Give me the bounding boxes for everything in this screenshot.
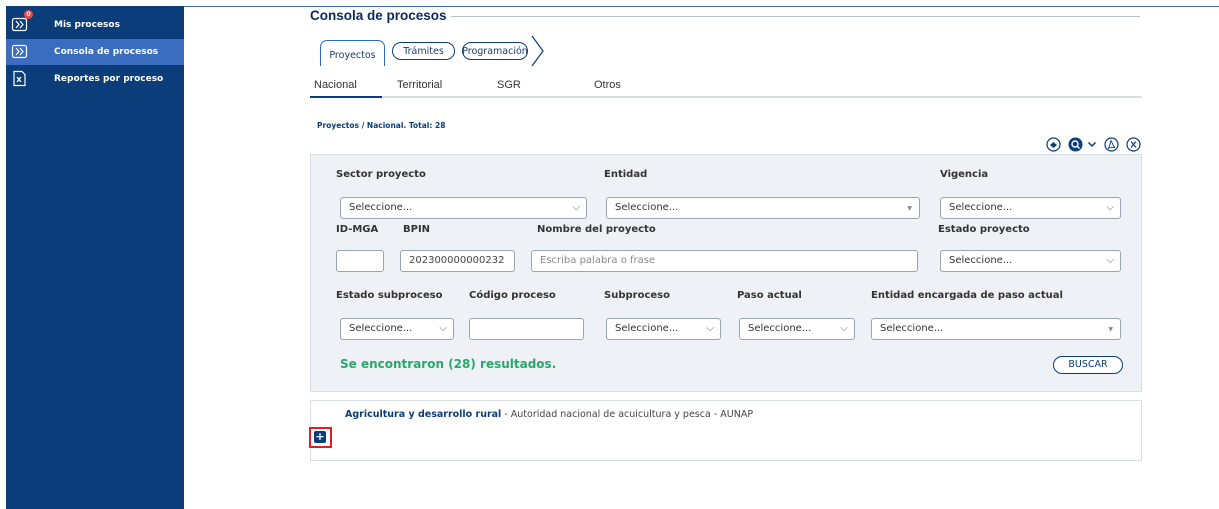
sidebar-item-mis-procesos[interactable]: 0 Mis procesos: [6, 10, 184, 38]
column-chooser-icon[interactable]: [1046, 137, 1061, 152]
subproceso-label: Subproceso: [604, 290, 670, 301]
estado-proyecto-select[interactable]: Seleccione... ⌵: [940, 250, 1121, 272]
caret-down-icon: ▼: [907, 205, 912, 212]
header-divider: [184, 6, 1219, 7]
caret-down-icon: ▼: [1108, 326, 1113, 333]
bpin-label: BPIN: [403, 224, 431, 235]
chevron-down-icon: ⌵: [572, 202, 580, 213]
project-name-input[interactable]: Escriba palabra o frase: [531, 250, 918, 272]
tab-otros[interactable]: Otros: [594, 79, 621, 91]
processes-icon: [11, 17, 28, 32]
codigo-proceso-input[interactable]: [469, 318, 584, 340]
entidad-select[interactable]: Seleccione... ▼: [606, 197, 920, 219]
sidebar-item-label: Consola de procesos: [54, 47, 159, 57]
sidebar-item-label: Reportes por proceso: [54, 74, 164, 84]
nombre-label: Nombre del proyecto: [537, 224, 656, 235]
tab-tramites[interactable]: Trámites: [392, 42, 455, 60]
tabs-chevron-icon: [531, 35, 544, 67]
excel-export-icon[interactable]: [1126, 137, 1141, 152]
estado-proyecto-label: Estado proyecto: [938, 224, 1030, 235]
app-window: 0 Mis procesos Consola de procesos Repor…: [0, 0, 1219, 509]
tab-sgr[interactable]: SGR: [497, 79, 521, 91]
sector-select[interactable]: Seleccione... ⌵: [340, 197, 587, 219]
search-filter-icon[interactable]: [1068, 137, 1086, 152]
notification-badge: 0: [24, 10, 33, 19]
chevron-down-icon: ⌵: [1106, 202, 1114, 213]
paso-actual-select[interactable]: Seleccione... ⌵: [739, 318, 855, 340]
sidebar-item-reportes[interactable]: Reportes por proceso: [6, 66, 184, 92]
entidad-paso-select[interactable]: Seleccione... ▼: [871, 318, 1121, 340]
tab-territorial[interactable]: Territorial: [397, 79, 442, 91]
excel-report-icon: [13, 70, 26, 87]
expand-button[interactable]: +: [314, 431, 326, 443]
idmga-input[interactable]: [336, 250, 384, 272]
chevron-down-icon[interactable]: [1087, 137, 1097, 152]
paso-actual-label: Paso actual: [737, 290, 802, 301]
bpin-input[interactable]: 202300000000232: [400, 250, 515, 272]
estado-subproceso-select[interactable]: Seleccione... ⌵: [340, 318, 454, 340]
sidebar-item-label: Mis procesos: [54, 20, 120, 30]
results-summary: Se encontraron (28) resultados.: [340, 357, 557, 371]
tab-nacional[interactable]: Nacional: [314, 79, 357, 91]
tab-programacion[interactable]: Programación: [462, 42, 528, 60]
entidad-label: Entidad: [604, 169, 648, 180]
console-icon: [11, 44, 28, 59]
chevron-down-icon: ⌵: [706, 323, 714, 334]
chevron-down-icon: ⌵: [439, 323, 447, 334]
chevron-down-icon: ⌵: [1106, 255, 1114, 266]
breadcrumb: Proyectos / Nacional. Total: 28: [317, 121, 446, 130]
codigo-proceso-label: Código proceso: [469, 290, 556, 301]
page-title: Consola de procesos: [310, 8, 451, 23]
active-tab-indicator: [310, 96, 382, 98]
estado-subproceso-label: Estado subproceso: [336, 290, 443, 301]
chevron-down-icon: ⌵: [840, 323, 848, 334]
sidebar: 0 Mis procesos Consola de procesos Repor…: [6, 6, 184, 509]
vigencia-select[interactable]: Seleccione... ⌵: [940, 197, 1121, 219]
entidad-paso-label: Entidad encargada de paso actual: [871, 290, 1063, 301]
vigencia-label: Vigencia: [940, 169, 989, 180]
group-sector: Agricultura y desarrollo rural: [345, 409, 502, 420]
sector-label: Sector proyecto: [336, 169, 426, 180]
subtabs-divider: [310, 96, 1142, 98]
group-entity: - Autoridad nacional de acuicultura y pe…: [501, 409, 754, 420]
search-button[interactable]: BUSCAR: [1053, 356, 1123, 374]
group-title: Agricultura y desarrollo rural - Autorid…: [345, 409, 753, 420]
sidebar-item-consola[interactable]: Consola de procesos: [6, 39, 184, 65]
idmga-label: ID-MGA: [336, 224, 379, 235]
pdf-export-icon[interactable]: [1104, 137, 1119, 152]
tab-proyectos[interactable]: Proyectos: [320, 40, 385, 66]
subproceso-select[interactable]: Seleccione... ⌵: [606, 318, 721, 340]
